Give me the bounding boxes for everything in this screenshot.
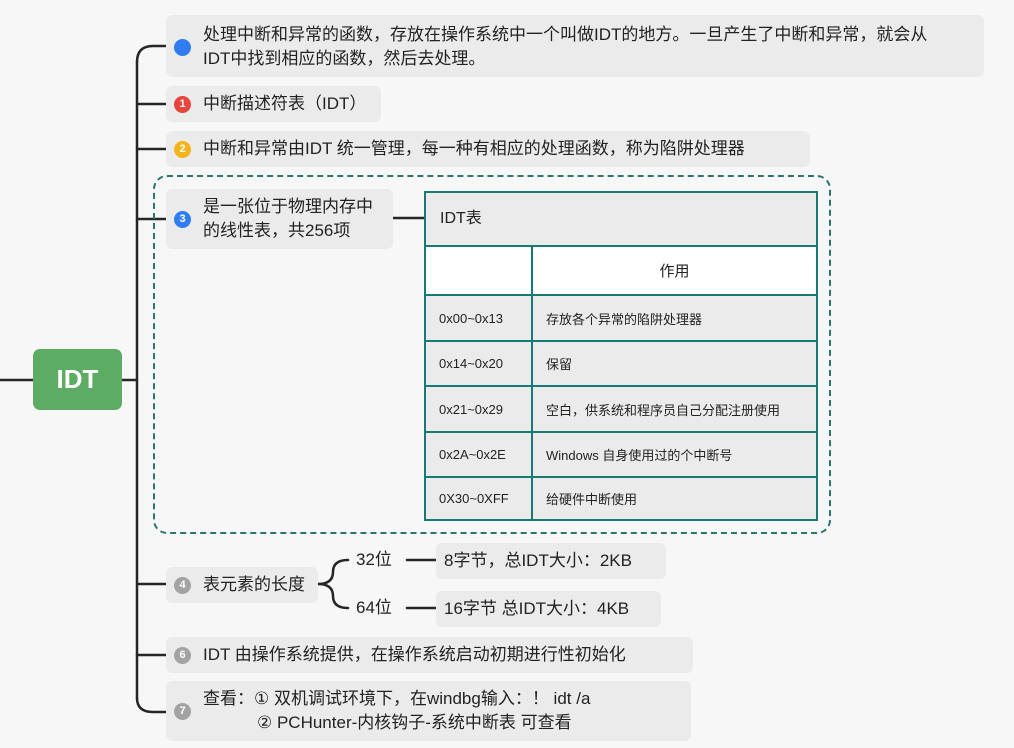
branch-text-line: 表元素的长度	[203, 575, 305, 594]
branch-text-line: IDT中找到相应的函数，然后去处理。	[203, 49, 486, 68]
branch-os-provided[interactable]: 6 IDT 由操作系统提供，在操作系统启动初期进行性初始化	[166, 637, 693, 673]
length-64bit-label[interactable]: 64位	[356, 596, 392, 620]
number-1-icon: 1	[174, 96, 191, 113]
branch-element-length[interactable]: 4 表元素的长度	[166, 567, 318, 603]
detail-text: 16字节 总IDT大小：4KB	[444, 599, 630, 618]
branch-idt-name[interactable]: 1 中断描述符表（IDT）	[166, 86, 381, 122]
table-cell-range: 0x14~0x20	[426, 342, 533, 385]
detail-text: 8字节，总IDT大小：2KB	[444, 551, 632, 570]
table-header-cell	[426, 247, 533, 294]
table-row: 0x00~0x13 存放各个异常的陷阱处理器	[426, 294, 816, 340]
table-cell-usage: 存放各个异常的陷阱处理器	[546, 311, 703, 327]
branch-text-line: 查看：① 双机调试环境下，在windbg输入：！ idt /a	[203, 689, 591, 708]
table-cell-range: 0X30~0XFF	[426, 478, 533, 519]
table-title: IDT表	[440, 210, 482, 227]
number-6-icon: 6	[174, 647, 191, 664]
idt-table: IDT表 作用 0x00~0x13 存放各个异常的陷阱处理器 0x14~0x20…	[424, 191, 818, 521]
length-32bit-label[interactable]: 32位	[356, 548, 392, 572]
branch-text-line: 中断和异常由IDT 统一管理，每一种有相应的处理函数，称为陷阱处理器	[203, 139, 745, 158]
branch-text-line: ② PCHunter-内核钩子-系统中断表 可查看	[257, 713, 572, 732]
table-cell-range: 0x21~0x29	[426, 387, 533, 431]
branch-text-line: IDT 由操作系统提供，在操作系统启动初期进行性初始化	[203, 645, 626, 664]
table-cell-usage: Windows 自身使用过的个中断号	[546, 448, 733, 463]
branch-text-line: 是一张位于物理内存中	[203, 197, 373, 216]
table-row: 0x14~0x20 保留	[426, 340, 816, 385]
number-2-icon: 2	[174, 141, 191, 158]
table-row: 0X30~0XFF 给硬件中断使用	[426, 476, 816, 519]
table-header-cell: 作用	[659, 263, 690, 280]
table-cell-usage: 空白，供系统和程序员自己分配注册使用	[546, 402, 781, 418]
branch-idt-linear-table[interactable]: 3 是一张位于物理内存中 的线性表，共256项	[166, 189, 393, 249]
branch-text-line: 的线性表，共256项	[203, 221, 351, 240]
table-row: 0x21~0x29 空白，供系统和程序员自己分配注册使用	[426, 385, 816, 431]
number-4-icon: 4	[174, 577, 191, 594]
table-cell-range: 0x00~0x13	[426, 296, 533, 340]
branch-idt-management[interactable]: 2 中断和异常由IDT 统一管理，每一种有相应的处理函数，称为陷阱处理器	[166, 131, 810, 167]
root-node-idt[interactable]: IDT	[33, 349, 122, 410]
branch-text-line: 处理中断和异常的函数，存放在操作系统中一个叫做IDT的地方。一旦产生了中断和异常…	[203, 25, 928, 44]
table-cell-usage: 保留	[546, 357, 573, 372]
number-7-icon: 7	[174, 703, 191, 720]
length-32bit-detail[interactable]: 8字节，总IDT大小：2KB	[436, 543, 666, 579]
blue-dot-icon	[174, 39, 191, 56]
table-header-row: 作用	[426, 245, 816, 294]
table-cell-range: 0x2A~0x2E	[426, 433, 533, 476]
branch-view-methods[interactable]: 7 查看：① 双机调试环境下，在windbg输入：！ idt /a ② PCHu…	[166, 681, 691, 741]
branch-idt-description[interactable]: 处理中断和异常的函数，存放在操作系统中一个叫做IDT的地方。一旦产生了中断和异常…	[166, 15, 984, 77]
number-3-icon: 3	[174, 211, 191, 228]
table-row: 0x2A~0x2E Windows 自身使用过的个中断号	[426, 431, 816, 476]
table-cell-usage: 给硬件中断使用	[546, 492, 638, 507]
length-64bit-detail[interactable]: 16字节 总IDT大小：4KB	[436, 591, 661, 627]
branch-text-line: 中断描述符表（IDT）	[203, 94, 367, 113]
